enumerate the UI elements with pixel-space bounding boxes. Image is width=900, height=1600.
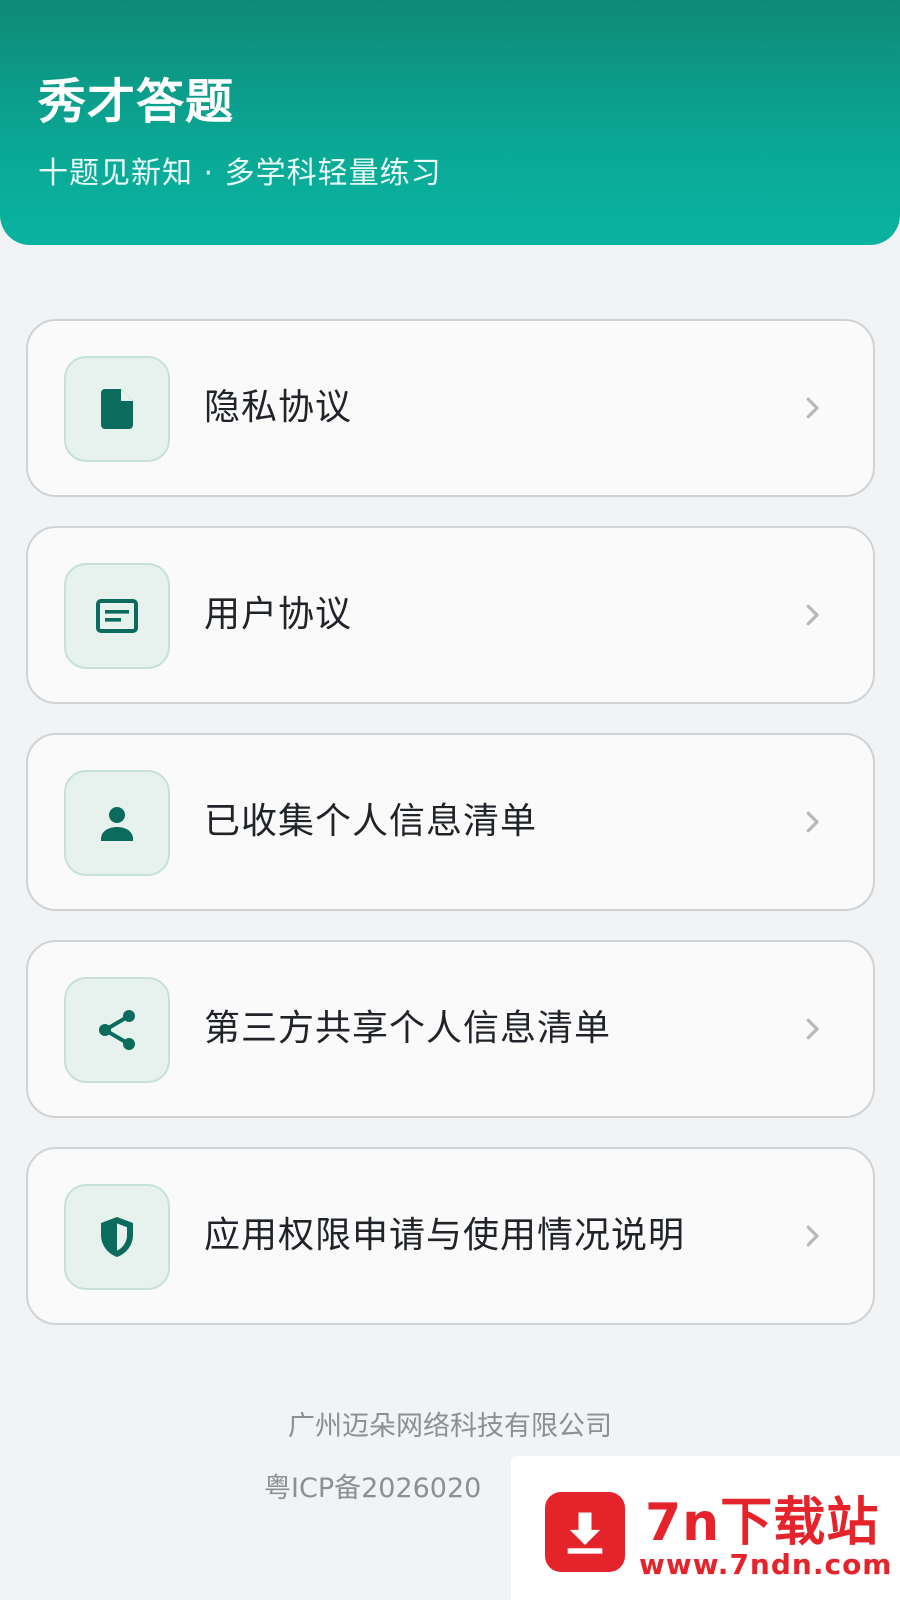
chevron-right-icon [806, 811, 819, 833]
menu-item-label: 第三方共享个人信息清单 [204, 1008, 612, 1049]
footer-company-name: 广州迈朵网络科技有限公司 [288, 1411, 612, 1442]
app-title: 秀才答题 [38, 74, 235, 130]
menu-item-label: 应用权限申请与使用情况说明 [204, 1215, 686, 1256]
menu-item-label: 用户协议 [204, 594, 353, 635]
footer-icp-number[interactable]: 粤ICP备2026020 [264, 1466, 481, 1505]
chevron-right-icon [806, 397, 819, 419]
document-icon [64, 356, 170, 462]
agreement-menu: 隐私协议 用户协议 已收集个人信息清单 第三方共享个人信息清单 应用权限申请与使… [26, 319, 875, 1354]
menu-item-label: 已收集个人信息清单 [204, 801, 538, 842]
chevron-right-icon [806, 1225, 819, 1247]
menu-item-collected-info[interactable]: 已收集个人信息清单 [26, 733, 875, 911]
card-icon [64, 563, 170, 669]
watermark-url: www.7ndn.com [639, 1548, 893, 1581]
person-icon [64, 770, 170, 876]
watermark-overlay: 7n下载站 www.7ndn.com [511, 1456, 900, 1600]
download-arrow-icon [545, 1492, 625, 1572]
watermark-title: 7n下载站 [645, 1493, 880, 1553]
menu-item-third-party-sharing[interactable]: 第三方共享个人信息清单 [26, 940, 875, 1118]
app-header: 秀才答题 十题见新知 · 多学科轻量练习 [0, 0, 900, 245]
menu-item-user-agreement[interactable]: 用户协议 [26, 526, 875, 704]
chevron-right-icon [806, 1018, 819, 1040]
shield-icon [64, 1184, 170, 1290]
chevron-right-icon [806, 604, 819, 626]
menu-item-permissions[interactable]: 应用权限申请与使用情况说明 [26, 1147, 875, 1325]
menu-item-privacy-policy[interactable]: 隐私协议 [26, 319, 875, 497]
share-icon [64, 977, 170, 1083]
app-subtitle: 十题见新知 · 多学科轻量练习 [38, 156, 442, 191]
menu-item-label: 隐私协议 [204, 387, 353, 428]
